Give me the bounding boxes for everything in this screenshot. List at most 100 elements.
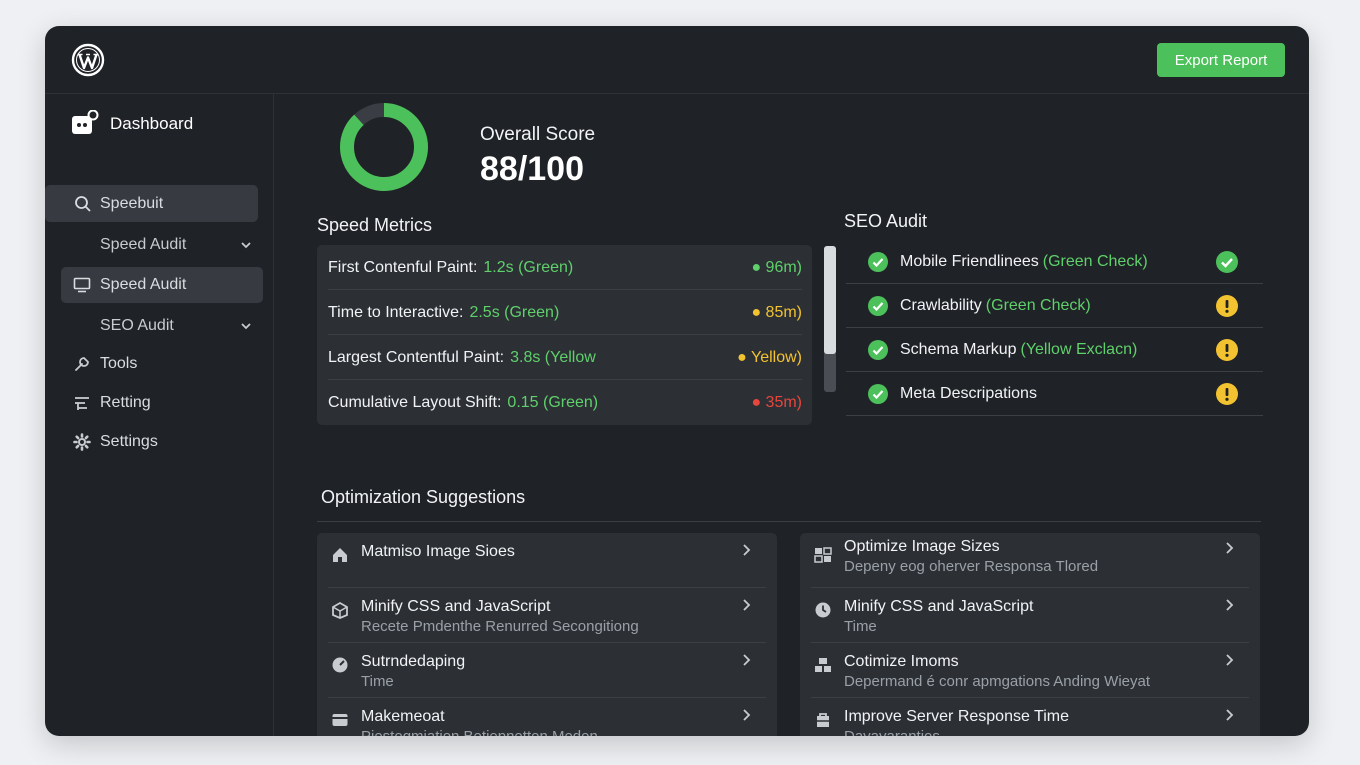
metric-row: Largest Contentful Paint: 3.8s (Yellow ●…	[328, 336, 802, 380]
chevron-right-icon[interactable]	[1223, 598, 1235, 612]
metric-status-text: 35m)	[765, 394, 802, 411]
warning-icon	[1216, 295, 1238, 317]
overall-score-label: Overall Score	[480, 124, 596, 145]
cubes-icon	[815, 658, 831, 672]
sidebar-item-tools[interactable]: Tools	[73, 351, 137, 377]
suggestion-title: Cotimize Imoms	[844, 653, 959, 670]
gauge-icon	[332, 657, 348, 673]
seo-row: Schema Markup (Yellow Exclacn)	[846, 329, 1263, 372]
suggestion-desc: Depeny eog oherver Responsa Tlored	[844, 558, 1099, 575]
suggestion-item[interactable]: Sutrndedaping Time	[328, 643, 766, 698]
tools-icon	[75, 357, 89, 371]
chevron-right-icon[interactable]	[740, 543, 752, 557]
suggestion-desc: Time	[361, 673, 394, 690]
metric-status-text: 85m)	[765, 303, 802, 321]
seo-row: Meta Descripations	[846, 373, 1263, 416]
chevron-right-icon[interactable]	[1223, 541, 1235, 555]
seo-item-label: Mobile Friendlinees	[900, 253, 1039, 270]
warning-icon	[1216, 339, 1238, 361]
optimization-title: Optimization Suggestions	[321, 487, 526, 507]
suggestion-desc: Time	[844, 618, 877, 635]
sidebar-item-speebuit[interactable]: Speebuit	[45, 185, 258, 222]
home-icon	[333, 548, 347, 562]
warning-icon	[1216, 383, 1238, 405]
sidebar-title: Dashboard	[110, 114, 194, 133]
suggestion-title: Improve Server Response Time	[844, 708, 1069, 725]
suggestion-title: Optimize Image Sizes	[844, 538, 1000, 555]
sidebar-item-speed-audit[interactable]: Speed Audit	[61, 267, 263, 303]
metric-label: First Contenful Paint:	[328, 258, 478, 276]
check-icon	[868, 296, 888, 316]
score-ring-fill	[340, 103, 428, 191]
suggestion-item[interactable]: Makemeoat Piestogmiation Betiepnetten Me…	[328, 698, 766, 736]
seo-row: Mobile Friendlinees (Green Check)	[846, 241, 1263, 284]
server-icon	[817, 713, 829, 727]
export-report-button[interactable]: Export Report	[1157, 43, 1285, 77]
sidebar-item-label: Tools	[100, 355, 138, 372]
metric-label: Cumulative Layout Shift:	[328, 394, 502, 411]
score-ring-chart	[340, 103, 428, 191]
clock-icon	[815, 602, 831, 618]
suggestion-item[interactable]: Optimize Image Sizes Depeny eog oherver …	[811, 533, 1249, 588]
suggestion-title: Matmiso Image Sioes	[361, 543, 515, 560]
metric-status: ● 85m)	[751, 303, 802, 321]
sidebar: Dashboard Speebuit Speed Audit Speed Aud…	[45, 94, 274, 736]
gear-icon	[73, 433, 91, 451]
suggestion-item[interactable]: Minify CSS and JavaScript Time	[811, 588, 1249, 643]
suggestion-desc: Piestogmiation Betiepnetten Meden	[361, 728, 598, 736]
card-icon	[332, 714, 348, 726]
chevron-right-icon[interactable]	[740, 598, 752, 612]
suggestion-title: Sutrndedaping	[361, 653, 466, 670]
seo-audit-title: SEO Audit	[844, 211, 928, 231]
chevron-right-icon[interactable]	[1223, 708, 1235, 722]
image-icon	[814, 547, 832, 563]
optimization-list-left: Matmiso Image Sioes Minify CSS and JavaS…	[317, 533, 777, 736]
suggestion-item[interactable]: Improve Server Response Time Dayayaranti…	[811, 698, 1249, 736]
chevron-down-icon	[241, 242, 251, 249]
sidebar-item-label: Speed Audit	[100, 236, 187, 253]
metric-status: ● Yellow)	[737, 348, 802, 366]
suggestion-desc: Depermand é conr apmgations Anding Wieya…	[844, 673, 1151, 690]
metric-status: ● 35m)	[751, 394, 802, 411]
sidebar-item-seo-audit-group[interactable]: SEO Audit	[100, 312, 252, 340]
dashboard-icon	[72, 110, 99, 134]
sidebar-item-settings[interactable]: Settings	[73, 429, 158, 455]
sidebar-item-label: Speed Audit	[100, 276, 187, 293]
suggestion-item[interactable]: Cotimize Imoms Depermand é conr apmgatio…	[811, 643, 1249, 698]
seo-item-label: Schema Markup	[900, 341, 1017, 358]
seo-item-label: Crawlability	[900, 297, 982, 314]
seo-item-note: (Green Check)	[1042, 253, 1148, 270]
monitor-icon	[73, 277, 91, 293]
box-icon	[332, 601, 348, 619]
sidebar-item-retting[interactable]: Retting	[73, 390, 151, 416]
status-check-icon	[1216, 251, 1238, 273]
sidebar-item-speed-audit-group[interactable]: Speed Audit	[100, 231, 252, 259]
chevron-right-icon[interactable]	[740, 653, 752, 667]
metric-label: Largest Contentful Paint:	[328, 348, 505, 366]
suggestion-desc: Dayayarantios	[844, 728, 940, 736]
metric-status: ● 96m)	[751, 258, 802, 276]
check-icon	[868, 252, 888, 272]
chevron-right-icon[interactable]	[1223, 653, 1235, 667]
sidebar-dashboard[interactable]: Dashboard	[71, 108, 193, 140]
report-icon	[75, 397, 89, 410]
metrics-scrollbar-thumb[interactable]	[824, 246, 836, 354]
seo-item-note: (Yellow Exclacn)	[1020, 341, 1138, 358]
chevron-right-icon[interactable]	[740, 708, 752, 722]
suggestion-item[interactable]: Matmiso Image Sioes	[328, 533, 766, 588]
metric-status-text: 96m)	[765, 258, 802, 276]
optimization-list-right: Optimize Image Sizes Depeny eog oherver …	[800, 533, 1260, 736]
wordpress-logo-icon[interactable]	[71, 43, 105, 77]
metric-row: Cumulative Layout Shift: 0.15 (Green) ● …	[328, 381, 802, 425]
metric-row: First Contenful Paint: 1.2s (Green) ● 96…	[328, 246, 802, 290]
speed-metrics-title: Speed Metrics	[317, 215, 433, 235]
seo-item-label: Meta Descripations	[900, 385, 1037, 402]
suggestion-item[interactable]: Minify CSS and JavaScript Recete Pmdenth…	[328, 588, 766, 643]
seo-row: Crawlability (Green Check)	[846, 285, 1263, 328]
main-content: Overall Score 88/100 Speed Metrics First…	[275, 94, 1309, 736]
seo-item-note: (Green Check)	[985, 297, 1091, 314]
metric-value: 0.15 (Green)	[507, 394, 599, 411]
suggestion-title: Minify CSS and JavaScript	[361, 598, 551, 615]
app-window: Export Report Dashboard Speebuit Speed A…	[45, 26, 1309, 736]
speed-metrics-panel: First Contenful Paint: 1.2s (Green) ● 96…	[317, 245, 812, 425]
